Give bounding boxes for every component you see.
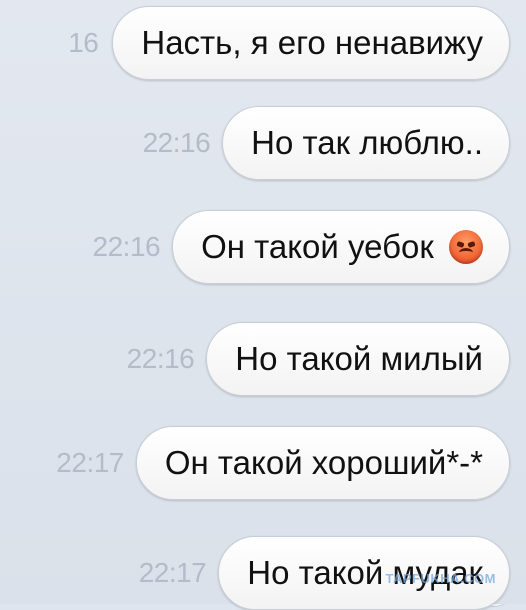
message-bubble[interactable]: Насть, я его ненавижу — [112, 6, 510, 80]
message-bubble[interactable]: Но так люблю.. — [222, 106, 510, 180]
message-row: 22:16 Но так люблю.. — [143, 106, 510, 180]
message-text: Насть, я его ненавижу — [141, 24, 483, 61]
message-row: 22:16 Он такой уебок — [93, 210, 510, 284]
watermark: TAPFUKHA.COM — [385, 571, 496, 586]
message-text: Но так люблю.. — [251, 124, 483, 161]
message-timestamp: 22:16 — [126, 342, 195, 374]
message-row: 16 Насть, я его ненавижу — [68, 6, 510, 80]
message-timestamp: 22:16 — [92, 230, 161, 262]
angry-face-icon — [449, 230, 483, 264]
message-bubble[interactable]: Но такой милый — [206, 322, 510, 396]
message-timestamp: 22:17 — [138, 556, 207, 588]
message-row: 22:17 Он такой хороший*-* — [56, 426, 510, 500]
message-text: Он такой хороший*-* — [164, 444, 483, 481]
message-timestamp: 22:17 — [56, 446, 124, 478]
message-bubble[interactable]: Он такой уебок — [172, 210, 510, 284]
message-text: Он такой уебок — [201, 228, 434, 265]
chat-thread: 16 Насть, я его ненавижу 22:16 Но так лю… — [0, 0, 526, 610]
message-text: Но такой милый — [235, 340, 483, 377]
message-row: 22:16 Но такой милый — [127, 322, 510, 396]
message-bubble[interactable]: Он такой хороший*-* — [135, 426, 510, 500]
message-timestamp: 16 — [68, 26, 99, 58]
message-timestamp: 22:16 — [142, 126, 211, 158]
